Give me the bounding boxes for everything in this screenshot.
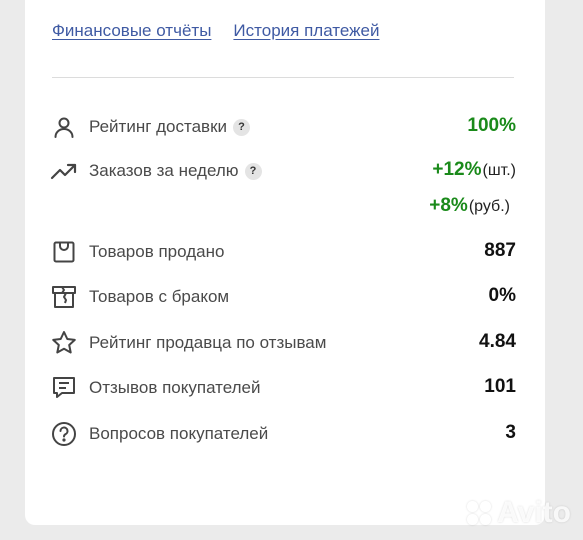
delivery-rating-label: Рейтинг доставки: [89, 117, 228, 136]
defective-items-value: 0%: [488, 285, 516, 306]
buyer-reviews-value: 101: [484, 376, 516, 397]
avito-watermark: Avito: [467, 496, 571, 530]
watermark-text: Avito: [497, 496, 571, 529]
delivery-rating-help-icon[interactable]: ?: [233, 118, 251, 136]
stat-weekly-orders-rub: +8%(руб.): [50, 192, 516, 222]
payment-history-link[interactable]: История платежей: [233, 21, 379, 41]
person-icon: [50, 113, 78, 141]
stat-weekly-orders: Заказов за неделю? +12%(шт.): [50, 156, 516, 186]
stat-buyer-reviews: Отзывов покупателей 101: [50, 373, 516, 403]
buyer-questions-label: Вопросов покупателей: [89, 424, 269, 443]
comment-icon: [50, 374, 78, 402]
delivery-rating-value: 100%: [467, 115, 516, 136]
weekly-orders-pcs-unit: (шт.): [482, 162, 517, 179]
stat-defective-items: Товаров с браком 0%: [50, 282, 516, 312]
weekly-orders-pcs-value: +12%: [432, 159, 482, 180]
weekly-orders-rub-value: +8%: [429, 195, 468, 216]
buyer-reviews-label: Отзывов покупателей: [89, 378, 261, 397]
stat-delivery-rating: Рейтинг доставки? 100%: [50, 112, 516, 142]
stat-seller-rating: Рейтинг продавца по отзывам 4.84: [50, 328, 516, 358]
weekly-orders-label: Заказов за неделю: [89, 161, 239, 180]
trending-up-icon: [50, 157, 78, 185]
divider: [52, 77, 514, 78]
seller-rating-label: Рейтинг продавца по отзывам: [89, 333, 327, 352]
stats-card: Финансовые отчёты История платежей Рейти…: [25, 0, 545, 525]
weekly-orders-help-icon[interactable]: ?: [244, 162, 262, 180]
seller-rating-value: 4.84: [479, 331, 516, 352]
question-circle-icon: [50, 420, 78, 448]
damaged-box-icon: [50, 283, 78, 311]
items-sold-label: Товаров продано: [89, 242, 225, 261]
shopping-bag-icon: [50, 238, 78, 266]
buyer-questions-value: 3: [505, 422, 516, 443]
items-sold-value: 887: [484, 240, 516, 261]
report-links: Финансовые отчёты История платежей: [52, 21, 379, 41]
defective-items-label: Товаров с браком: [89, 287, 230, 306]
avito-logo-icon: [467, 501, 493, 525]
financial-reports-link[interactable]: Финансовые отчёты: [52, 21, 211, 41]
star-icon: [50, 329, 78, 357]
stat-buyer-questions: Вопросов покупателей 3: [50, 419, 516, 449]
stat-items-sold: Товаров продано 887: [50, 237, 516, 267]
weekly-orders-rub-unit: (руб.): [468, 198, 510, 215]
